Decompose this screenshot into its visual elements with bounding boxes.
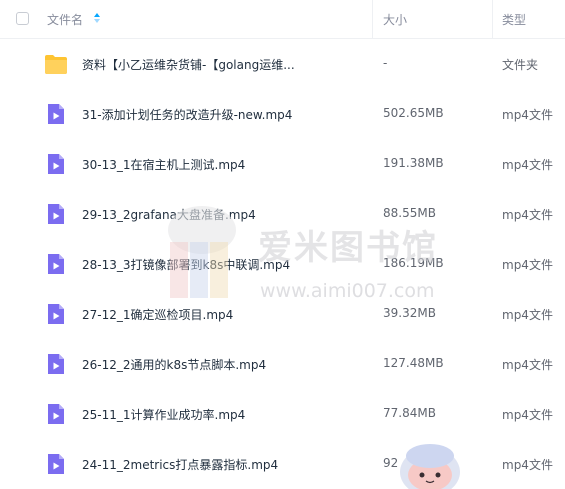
file-size: 92 bbox=[383, 456, 399, 470]
column-header-name[interactable]: 文件名 bbox=[47, 11, 83, 28]
sort-icon[interactable] bbox=[93, 11, 101, 25]
column-divider bbox=[492, 0, 493, 39]
file-size: 502.65MB bbox=[383, 106, 444, 120]
file-type: mp4文件 bbox=[502, 258, 553, 272]
file-size: 186.19MB bbox=[383, 256, 444, 270]
file-row[interactable]: 25-11_1计算作业成功率.mp4 77.84MB mp4文件 bbox=[0, 389, 565, 439]
file-name[interactable]: 27-12_1确定巡检项目.mp4 bbox=[82, 306, 233, 323]
file-row-folder[interactable]: 资料【小乙运维杂货铺-【golang运维... - 文件夹 bbox=[0, 39, 565, 89]
file-type: mp4文件 bbox=[502, 358, 553, 372]
video-file-icon bbox=[48, 354, 64, 374]
video-file-icon bbox=[48, 154, 64, 174]
file-list-header: 文件名 大小 类型 bbox=[0, 0, 565, 39]
file-name[interactable]: 26-12_2通用的k8s节点脚本.mp4 bbox=[82, 356, 266, 373]
file-size: 127.48MB bbox=[383, 356, 444, 370]
file-row[interactable]: 24-11_2metrics打点暴露指标.mp4 92 mp4文件 bbox=[0, 439, 565, 489]
video-file-icon bbox=[48, 454, 64, 474]
video-file-icon bbox=[48, 404, 64, 424]
file-row[interactable]: 31-添加计划任务的改造升级-new.mp4 502.65MB mp4文件 bbox=[0, 89, 565, 139]
folder-icon bbox=[45, 55, 67, 74]
file-row[interactable]: 26-12_2通用的k8s节点脚本.mp4 127.48MB mp4文件 bbox=[0, 339, 565, 389]
file-type: mp4文件 bbox=[502, 158, 553, 172]
file-size: 39.32MB bbox=[383, 306, 436, 320]
video-file-icon bbox=[48, 104, 64, 124]
video-file-icon bbox=[48, 304, 64, 324]
file-type: 文件夹 bbox=[502, 58, 539, 72]
video-file-icon bbox=[48, 254, 64, 274]
file-type: mp4文件 bbox=[502, 108, 553, 122]
file-size: 88.55MB bbox=[383, 206, 436, 220]
file-size: 77.84MB bbox=[383, 406, 436, 420]
select-all-checkbox[interactable] bbox=[16, 12, 29, 25]
file-name[interactable]: 28-13_3打镜像部署到k8s中联调.mp4 bbox=[82, 256, 290, 273]
file-name[interactable]: 31-添加计划任务的改造升级-new.mp4 bbox=[82, 106, 292, 123]
file-name[interactable]: 25-11_1计算作业成功率.mp4 bbox=[82, 406, 245, 423]
column-header-type[interactable]: 类型 bbox=[502, 11, 526, 28]
file-size: 191.38MB bbox=[383, 156, 444, 170]
file-type: mp4文件 bbox=[502, 408, 553, 422]
file-row[interactable]: 29-13_2grafana大盘准备.mp4 88.55MB mp4文件 bbox=[0, 189, 565, 239]
file-name[interactable]: 资料【小乙运维杂货铺-【golang运维... bbox=[82, 56, 295, 73]
file-row[interactable]: 30-13_1在宿主机上测试.mp4 191.38MB mp4文件 bbox=[0, 139, 565, 189]
file-name[interactable]: 30-13_1在宿主机上测试.mp4 bbox=[82, 156, 245, 173]
column-header-size[interactable]: 大小 bbox=[383, 11, 407, 28]
file-type: mp4文件 bbox=[502, 208, 553, 222]
file-name[interactable]: 24-11_2metrics打点暴露指标.mp4 bbox=[82, 456, 278, 473]
mascot-assistant-icon[interactable] bbox=[398, 442, 462, 489]
column-divider bbox=[372, 0, 373, 39]
file-row[interactable]: 28-13_3打镜像部署到k8s中联调.mp4 186.19MB mp4文件 bbox=[0, 239, 565, 289]
video-file-icon bbox=[48, 204, 64, 224]
file-name[interactable]: 29-13_2grafana大盘准备.mp4 bbox=[82, 206, 256, 223]
file-size: - bbox=[383, 56, 388, 70]
file-type: mp4文件 bbox=[502, 308, 553, 322]
file-type: mp4文件 bbox=[502, 458, 553, 472]
file-row[interactable]: 27-12_1确定巡检项目.mp4 39.32MB mp4文件 bbox=[0, 289, 565, 339]
